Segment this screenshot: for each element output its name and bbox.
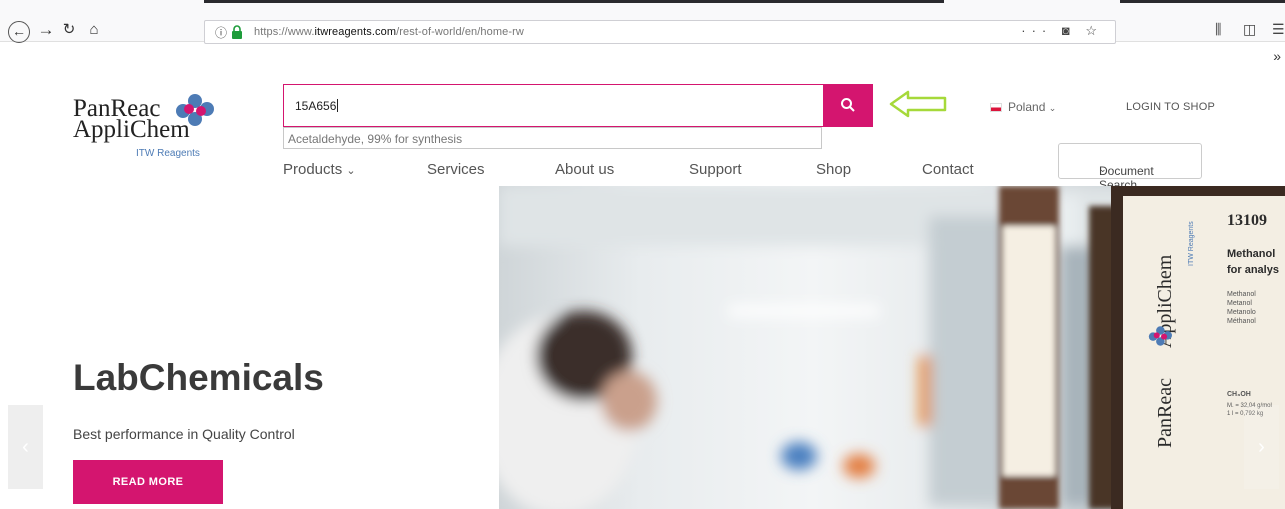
url-text: https://www.itwreagents.com/rest-of-worl… [254, 26, 524, 38]
hero-subtitle: Best performance in Quality Control [73, 426, 295, 442]
annotation-arrow-icon [889, 90, 947, 118]
browser-toolbar: ← → ↻ ⌂ ⓘ https://www.itwreagents.com/re… [0, 0, 1285, 44]
hero-title: LabChemicals [73, 357, 324, 398]
tab-strip-line [1120, 0, 1285, 3]
more-icon[interactable]: ··· [1021, 23, 1052, 38]
label-lang: Methanol [1227, 291, 1256, 298]
forward-arrow-icon: → [37, 20, 55, 39]
url-prefix: https://www. [254, 26, 315, 38]
product-search-input[interactable]: 15A656 [283, 84, 824, 127]
poland-flag-icon [990, 103, 1002, 112]
url-path: /rest-of-world/en/home-rw [396, 26, 524, 38]
pocket-icon[interactable]: ◙ [1062, 23, 1076, 38]
country-label: Poland [1008, 100, 1046, 114]
chevron-left-icon: ‹ [22, 436, 29, 458]
nav-contact[interactable]: Contact [922, 161, 974, 178]
chevron-down-icon: ⌄ [1048, 103, 1057, 113]
menu-icon[interactable]: ☰ [1272, 21, 1285, 38]
suggestion-item[interactable]: Acetaldehyde, 99% for synthesis [288, 132, 462, 146]
label-formula: CH₃OH [1227, 391, 1251, 398]
library-icon[interactable]: ⫼ [1215, 21, 1221, 38]
bookmark-star-icon[interactable]: ☆ [1085, 23, 1103, 38]
nav-label: Products [283, 161, 343, 178]
reload-button[interactable]: ↻ [59, 20, 79, 40]
back-button[interactable]: ← [8, 21, 30, 43]
slider-next-button[interactable]: › [1244, 405, 1279, 489]
url-domain: itwreagents.com [314, 26, 397, 38]
nav-shop[interactable]: Shop [816, 161, 851, 178]
forward-button[interactable]: → [36, 20, 56, 40]
molecule-logo-icon [176, 94, 214, 126]
home-icon: ⌂ [89, 21, 99, 38]
reload-icon: ↻ [62, 21, 76, 38]
tab-strip-line [204, 0, 944, 3]
info-icon[interactable]: ⓘ [215, 24, 227, 41]
label-name-sub: for analys [1227, 264, 1279, 276]
address-bar[interactable]: ⓘ https://www.itwreagents.com/rest-of-wo… [204, 20, 1116, 44]
label-brand: PanReacAppliChem [1154, 255, 1177, 448]
search-text: 15A656 [295, 99, 337, 113]
page-actions[interactable]: ··· ◙ ☆ [1021, 23, 1103, 39]
label-name: Methanol [1227, 248, 1276, 260]
logo-tagline: ITW Reagents [136, 148, 200, 159]
hero-image: PanReacAppliChem ITW Reagents 13109 Meth… [499, 186, 1285, 509]
label-lang: Méthanol [1227, 318, 1256, 325]
site-logo[interactable]: PanReac AppliChem ITW Reagents [73, 93, 243, 183]
nav-support[interactable]: Support [689, 161, 742, 178]
label-lang: Metanol [1227, 300, 1252, 307]
chevron-down-icon: ⌄ [346, 165, 356, 177]
search-value: 15A656 [295, 99, 339, 113]
label-code: 13109 [1227, 212, 1267, 229]
overflow-icon[interactable]: » [1273, 48, 1281, 64]
chevron-down-icon: ⌄ [1099, 164, 1107, 174]
molecule-logo-icon [1148, 326, 1172, 346]
back-arrow-icon: ← [12, 23, 26, 39]
nav-products[interactable]: Products ⌄ [283, 161, 356, 178]
nav-about-us[interactable]: About us [555, 161, 614, 178]
label-brand-tag: ITW Reagents [1188, 221, 1195, 266]
home-button[interactable]: ⌂ [84, 20, 104, 40]
chevron-right-icon: › [1258, 436, 1265, 458]
search-icon [841, 98, 855, 112]
search-suggestions: Acetaldehyde, 99% for synthesis [283, 127, 822, 149]
login-to-shop-link[interactable]: LOGIN TO SHOP [1126, 101, 1215, 113]
text-cursor [337, 99, 339, 112]
lock-icon [232, 25, 242, 39]
document-search-button[interactable]: Document Search ⌄ [1058, 143, 1202, 192]
label-lang: Metanolo [1227, 309, 1256, 316]
country-selector[interactable]: Poland ⌄ [990, 100, 1056, 114]
nav-services[interactable]: Services [427, 161, 485, 178]
search-button[interactable] [823, 84, 873, 127]
slider-prev-button[interactable]: ‹ [8, 405, 43, 489]
label-lang-list: Methanol Metanol Metanolo Méthanol [1227, 290, 1256, 326]
label-brand-panreac: PanReac [1154, 378, 1176, 448]
read-more-button[interactable]: READ MORE [73, 460, 223, 504]
sidebar-icon[interactable]: ◫ [1243, 21, 1256, 38]
